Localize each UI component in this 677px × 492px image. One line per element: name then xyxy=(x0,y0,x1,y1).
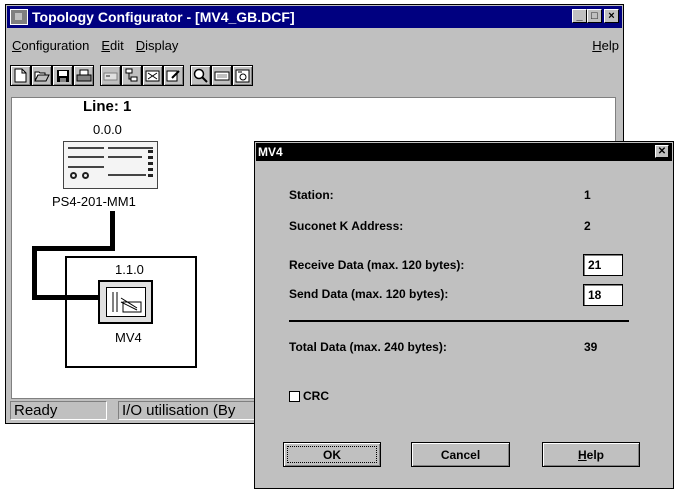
menu-display[interactable]: Display xyxy=(136,38,179,56)
bus-connector-vertical-2 xyxy=(32,246,37,300)
slave-station-icon[interactable] xyxy=(98,280,153,324)
bus-connector-vertical-1 xyxy=(110,211,115,251)
crc-checkbox[interactable] xyxy=(289,391,300,402)
master-address: 0.0.0 xyxy=(93,122,122,137)
receive-data-label: Receive Data (max. 120 bytes): xyxy=(289,258,465,272)
line-label: Line: 1 xyxy=(83,98,132,115)
menu-configuration[interactable]: Configuration xyxy=(12,38,89,56)
suconet-address-value: 2 xyxy=(584,219,591,233)
zoom-icon[interactable] xyxy=(190,65,211,86)
station-value: 1 xyxy=(584,188,591,202)
cancel-button[interactable]: Cancel xyxy=(411,442,510,467)
new-file-icon[interactable] xyxy=(10,65,31,86)
status-io-utilisation: I/O utilisation (By xyxy=(118,401,268,420)
master-station-icon[interactable] xyxy=(63,141,158,189)
dialog-close-icon[interactable]: ✕ xyxy=(655,145,669,158)
slave-address: 1.1.0 xyxy=(115,262,144,277)
station-icon[interactable] xyxy=(100,65,121,86)
network-icon[interactable] xyxy=(142,65,163,86)
tree-icon[interactable] xyxy=(121,65,142,86)
crc-label: CRC xyxy=(303,389,329,403)
properties-icon[interactable] xyxy=(163,65,184,86)
info-icon[interactable] xyxy=(232,65,253,86)
menu-bar: Configuration Edit Display Help xyxy=(12,38,619,56)
slave-station-label: MV4 xyxy=(115,330,142,345)
separator-line xyxy=(289,320,629,322)
app-icon xyxy=(10,9,28,25)
maximize-button[interactable]: □ xyxy=(587,9,602,23)
save-disk-icon[interactable] xyxy=(52,65,73,86)
dialog-title: MV4 xyxy=(258,145,283,159)
keyboard-icon[interactable] xyxy=(211,65,232,86)
help-button[interactable]: Help xyxy=(542,442,640,467)
window-controls: _ □ × xyxy=(572,9,619,23)
window-title: Topology Configurator - [MV4_GB.DCF] xyxy=(32,9,295,25)
receive-data-input[interactable]: 21 xyxy=(583,254,623,276)
menu-help[interactable]: Help xyxy=(592,38,619,56)
open-folder-icon[interactable] xyxy=(31,65,52,86)
print-icon[interactable] xyxy=(73,65,94,86)
minimize-button[interactable]: _ xyxy=(572,9,587,23)
ok-button[interactable]: OK xyxy=(283,442,381,467)
bus-connector-horizontal-1 xyxy=(32,246,115,251)
dialog-title-bar[interactable]: MV4 ✕ xyxy=(256,143,672,161)
station-label: Station: xyxy=(289,188,334,202)
close-button[interactable]: × xyxy=(604,9,619,23)
total-data-label: Total Data (max. 240 bytes): xyxy=(289,340,447,354)
title-bar[interactable]: Topology Configurator - [MV4_GB.DCF] _ □… xyxy=(7,6,622,28)
mv4-dialog: MV4 ✕ Station: 1 Suconet K Address: 2 Re… xyxy=(254,141,674,489)
total-data-value: 39 xyxy=(584,340,598,354)
master-station-label: PS4-201-MM1 xyxy=(52,194,136,209)
menu-edit[interactable]: Edit xyxy=(101,38,123,56)
send-data-input[interactable]: 18 xyxy=(583,284,623,306)
suconet-address-label: Suconet K Address: xyxy=(289,219,404,233)
status-ready: Ready xyxy=(10,401,107,420)
toolbar xyxy=(10,65,253,91)
send-data-label: Send Data (max. 120 bytes): xyxy=(289,287,449,301)
